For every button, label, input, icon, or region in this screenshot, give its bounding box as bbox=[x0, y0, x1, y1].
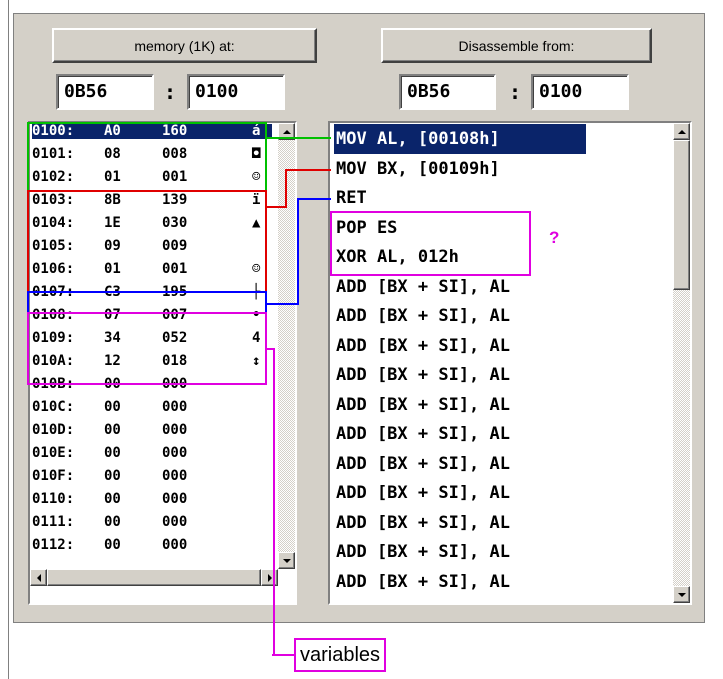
green-connector bbox=[267, 137, 331, 139]
disassemble-segment-input[interactable]: 0B56 bbox=[399, 74, 496, 110]
memory-row[interactable]: 0111: 00 000 bbox=[32, 515, 272, 530]
disassemble-offset-input[interactable]: 0100 bbox=[531, 74, 629, 110]
disassembly-row[interactable]: ADD [BX + SI], AL bbox=[334, 567, 586, 597]
ret-byte-highlight bbox=[27, 291, 267, 314]
disassembly-row[interactable]: ADD [BX + SI], AL bbox=[334, 331, 586, 361]
question-mark: ? bbox=[549, 228, 560, 247]
memory-colon: : bbox=[164, 80, 177, 104]
memory-hex: 00 bbox=[104, 399, 121, 415]
emulator-panel: memory (1K) at: 0B56 : 0100 Disassemble … bbox=[13, 13, 705, 656]
horizontal-scroll-thumb[interactable] bbox=[47, 569, 261, 586]
memory-row[interactable]: 010E: 00 000 bbox=[32, 446, 272, 461]
red-connector-a bbox=[267, 206, 287, 208]
scroll-up-arrow-icon[interactable] bbox=[673, 123, 690, 140]
memory-addr: 010E: bbox=[32, 445, 75, 461]
memory-addr: 010C: bbox=[32, 399, 75, 415]
disassembly-row[interactable]: ADD [BX + SI], AL bbox=[334, 449, 586, 479]
disassembly-list[interactable]: MOV AL, [00108h] MOV BX, [00109h] RET POP E… bbox=[328, 121, 692, 605]
memory-row[interactable]: 010D: 00 000 bbox=[32, 423, 272, 438]
magenta-connector-c bbox=[272, 654, 294, 656]
variables-label: variables bbox=[294, 638, 387, 672]
disassembly-row[interactable]: ADD [BX + SI], AL bbox=[334, 478, 586, 508]
memory-dec: 000 bbox=[162, 399, 188, 415]
red-connector-b bbox=[285, 169, 287, 208]
memory-addr: 0110: bbox=[32, 491, 75, 507]
unknown-instructions-highlight bbox=[330, 211, 531, 276]
memory-row[interactable]: 010F: 00 000 bbox=[32, 469, 272, 484]
memory-dec: 000 bbox=[162, 422, 188, 438]
disassembly-row[interactable]: ADD [BX + SI], AL bbox=[334, 272, 586, 302]
magenta-connector-b bbox=[273, 348, 275, 656]
variables-bytes-highlight bbox=[27, 312, 267, 385]
disassembly-row[interactable]: ADD [BX + SI], AL bbox=[334, 508, 586, 538]
memory-addr: 010F: bbox=[32, 468, 75, 484]
disassembly-row[interactable]: MOV AL, [00108h] bbox=[334, 124, 586, 154]
memory-hex: 00 bbox=[104, 537, 121, 553]
memory-row[interactable]: 0110: 00 000 bbox=[32, 492, 272, 507]
outer-frame-line bbox=[8, 0, 9, 679]
mov-al-bytes-highlight bbox=[27, 122, 267, 192]
blue-connector-c bbox=[297, 198, 331, 200]
blue-connector-a bbox=[267, 303, 299, 305]
memory-dec: 000 bbox=[162, 491, 188, 507]
memory-hex: 00 bbox=[104, 422, 121, 438]
disassemble-colon: : bbox=[509, 80, 522, 104]
disassembly-row[interactable]: ADD [BX + SI], AL bbox=[334, 419, 586, 449]
disassemble-from-button[interactable]: Disassemble from: bbox=[381, 28, 652, 63]
scroll-down-arrow-icon[interactable] bbox=[673, 586, 690, 603]
memory-horizontal-scrollbar[interactable] bbox=[30, 569, 278, 586]
disassembly-row[interactable]: ADD [BX + SI], AL bbox=[334, 537, 586, 567]
memory-dec: 000 bbox=[162, 514, 188, 530]
memory-dec: 000 bbox=[162, 537, 188, 553]
memory-addr: 0112: bbox=[32, 537, 75, 553]
memory-addr: 010D: bbox=[32, 422, 75, 438]
memory-row[interactable]: 010C: 00 000 bbox=[32, 400, 272, 415]
scroll-down-arrow-icon[interactable] bbox=[278, 552, 295, 569]
blue-connector-b bbox=[297, 198, 299, 305]
memory-dec: 000 bbox=[162, 468, 188, 484]
memory-hex: 00 bbox=[104, 468, 121, 484]
memory-row[interactable]: 0112: 00 000 bbox=[32, 538, 272, 553]
disassembly-row[interactable]: ADD [BX + SI], AL bbox=[334, 390, 586, 420]
disassembly-row[interactable]: ADD [BX + SI], AL bbox=[334, 360, 586, 390]
red-connector-c bbox=[285, 169, 331, 171]
memory-dec: 000 bbox=[162, 445, 188, 461]
vertical-scroll-thumb[interactable] bbox=[673, 140, 690, 290]
memory-hex: 00 bbox=[104, 491, 121, 507]
memory-addr: 0111: bbox=[32, 514, 75, 530]
scroll-right-arrow-icon[interactable] bbox=[261, 569, 278, 586]
memory-offset-input[interactable]: 0100 bbox=[187, 74, 285, 110]
memory-at-button[interactable]: memory (1K) at: bbox=[52, 28, 317, 63]
scroll-left-arrow-icon[interactable] bbox=[30, 569, 47, 586]
disassembly-vertical-scrollbar[interactable] bbox=[673, 123, 690, 603]
disassembly-row[interactable]: RET bbox=[334, 183, 586, 213]
disassembly-row[interactable]: ADD [BX + SI], AL bbox=[334, 301, 586, 331]
mov-bx-bytes-highlight bbox=[27, 190, 267, 293]
disassembly-row[interactable]: MOV BX, [00109h] bbox=[334, 154, 586, 184]
memory-hex: 00 bbox=[104, 445, 121, 461]
memory-segment-input[interactable]: 0B56 bbox=[56, 74, 154, 110]
memory-hex: 00 bbox=[104, 514, 121, 530]
